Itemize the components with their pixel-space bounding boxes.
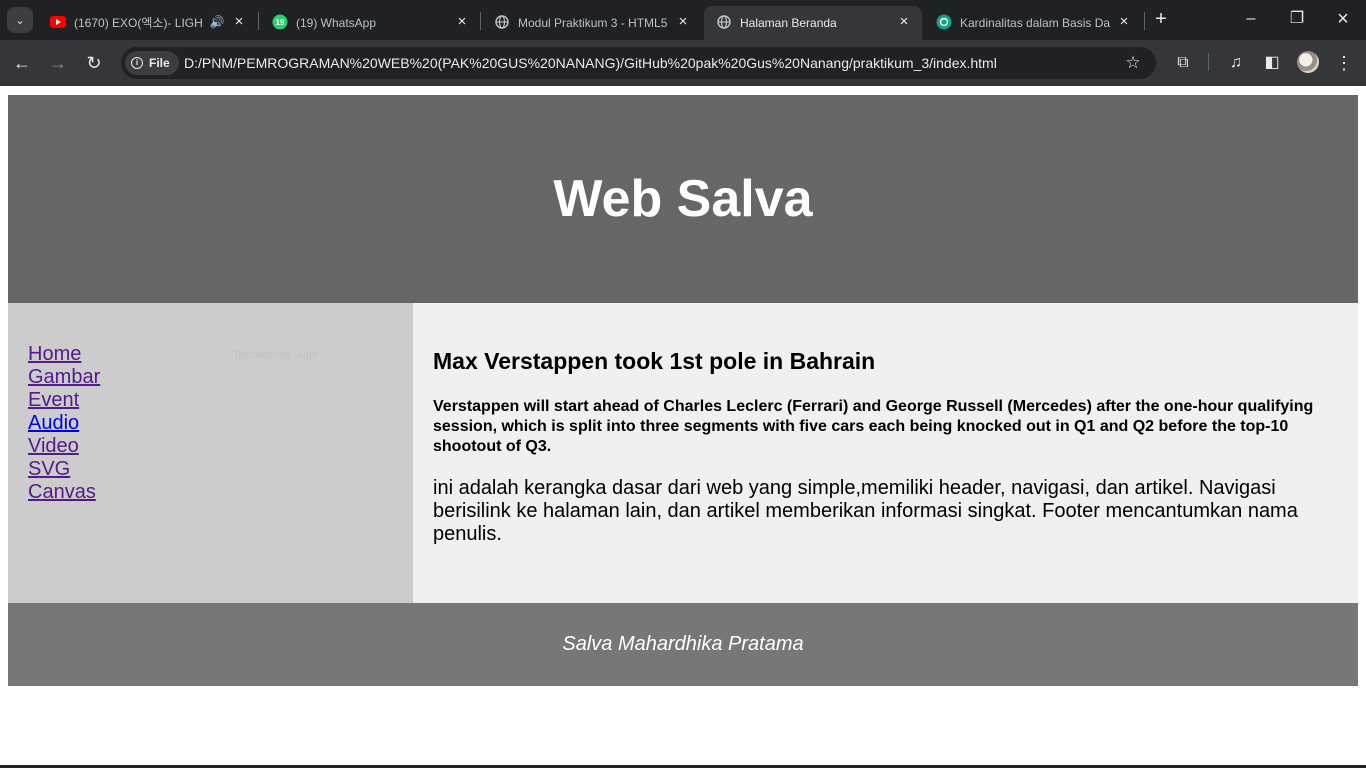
address-bar[interactable]: i File D:/PNM/PEMROGRAMAN%20WEB%20(PAK%2… xyxy=(121,47,1156,79)
site-footer: Salva Mahardhika Pratama xyxy=(8,603,1358,686)
plus-icon: + xyxy=(1155,8,1167,30)
tab-separator xyxy=(480,12,481,30)
close-tab-icon[interactable]: × xyxy=(1115,13,1133,31)
article-subheading: Verstappen will start ahead of Charles L… xyxy=(433,398,1314,455)
reload-button[interactable]: ↻ xyxy=(82,51,106,75)
site-title: Web Salva xyxy=(553,170,813,228)
back-button[interactable]: ← xyxy=(10,51,34,75)
whatsapp-icon: 19 xyxy=(272,14,288,30)
restore-button[interactable]: ❐ xyxy=(1286,8,1308,30)
browser-tab-halaman-beranda[interactable]: Halaman Beranda × xyxy=(704,6,922,40)
forward-button[interactable]: → xyxy=(46,51,70,75)
site-info-chip[interactable]: i File xyxy=(125,51,179,75)
tab-separator xyxy=(1144,12,1145,30)
tab-title: Modul Praktikum 3 - HTML5 xyxy=(518,16,668,30)
toolbar-separator xyxy=(1208,53,1209,71)
profile-avatar[interactable] xyxy=(1297,51,1319,73)
nav-link-video[interactable]: Video xyxy=(28,435,393,458)
extensions-icon[interactable]: ⧉ xyxy=(1171,51,1195,75)
tab-title: Halaman Beranda xyxy=(740,16,837,30)
nav-link-event[interactable]: Event xyxy=(28,389,393,412)
nav-link-canvas[interactable]: Canvas xyxy=(28,481,393,504)
restore-icon: ❐ xyxy=(1289,10,1305,27)
globe-icon xyxy=(494,14,510,30)
close-tab-icon[interactable]: × xyxy=(895,13,913,31)
browser-tab-whatsapp[interactable]: 19 (19) WhatsApp × xyxy=(260,6,480,40)
tab-title: Kardinalitas dalam Basis Data xyxy=(960,16,1110,30)
menu-kebab-icon[interactable]: ⋮ xyxy=(1332,51,1356,75)
nav-link-gambar[interactable]: Gambar xyxy=(28,366,393,389)
browser-tab-kardinalitas[interactable]: Kardinalitas dalam Basis Data × xyxy=(924,6,1142,40)
article: Max Verstappen took 1st pole in Bahrain … xyxy=(413,303,1358,603)
media-controls-icon[interactable]: ♫ xyxy=(1224,51,1248,75)
nav-faint-text: Tekskosong Juga xyxy=(233,349,318,361)
youtube-icon xyxy=(50,14,66,30)
url-text[interactable]: D:/PNM/PEMROGRAMAN%20WEB%20(PAK%20GUS%20… xyxy=(184,47,997,79)
close-tab-icon[interactable]: × xyxy=(453,13,471,31)
footer-author: Salva Mahardhika Pratama xyxy=(562,633,804,655)
site-navigation: Home Gambar Event Audio Video SVG Canvas… xyxy=(8,303,413,603)
svg-text:19: 19 xyxy=(276,18,285,27)
close-window-button[interactable]: × xyxy=(1332,8,1354,30)
arrow-right-icon: → xyxy=(49,53,67,73)
close-tab-icon[interactable]: × xyxy=(230,13,248,31)
browser-tab-strip: ⌄ (1670) EXO(엑소)- LIGHTSABER 🔊 × 19 (19)… xyxy=(0,0,1366,40)
globe-icon xyxy=(716,14,732,30)
audio-playing-icon[interactable]: 🔊 xyxy=(208,13,226,31)
nav-link-audio[interactable]: Audio xyxy=(28,412,393,435)
reload-icon: ↻ xyxy=(86,53,102,73)
tab-title: (1670) EXO(엑소)- LIGHTSABER xyxy=(74,16,202,30)
chatgpt-icon xyxy=(936,14,952,30)
tab-title: (19) WhatsApp xyxy=(296,16,377,30)
close-icon: × xyxy=(1337,8,1349,30)
nav-link-home[interactable]: Home xyxy=(28,343,393,366)
minimize-icon: – xyxy=(1246,10,1256,27)
bookmark-star-icon[interactable]: ☆ xyxy=(1122,52,1144,74)
article-body: ini adalah kerangka dasar dari web yang … xyxy=(433,477,1298,545)
browser-tab-modul[interactable]: Modul Praktikum 3 - HTML5 × xyxy=(482,6,702,40)
browser-toolbar: ← → ↻ i File D:/PNM/PEMROGRAMAN%20WEB%20… xyxy=(0,40,1366,86)
close-tab-icon[interactable]: × xyxy=(674,13,692,31)
article-heading: Max Verstappen took 1st pole in Bahrain xyxy=(433,348,876,374)
browser-tab-youtube[interactable]: (1670) EXO(엑소)- LIGHTSABER 🔊 × xyxy=(38,6,256,40)
tab-search-button[interactable]: ⌄ xyxy=(7,7,33,33)
page-viewport: Web Salva Home Gambar Event Audio Video … xyxy=(0,86,1366,768)
chevron-down-icon: ⌄ xyxy=(15,14,25,27)
minimize-button[interactable]: – xyxy=(1240,8,1262,30)
new-tab-button[interactable]: + xyxy=(1150,8,1172,30)
arrow-left-icon: ← xyxy=(13,53,31,73)
nav-link-svg[interactable]: SVG xyxy=(28,458,393,481)
side-panel-icon[interactable]: ◧ xyxy=(1260,51,1284,75)
info-icon: i xyxy=(131,57,143,69)
site-header: Web Salva xyxy=(8,95,1358,303)
site-scheme-label: File xyxy=(149,56,170,70)
tab-separator xyxy=(258,12,259,30)
